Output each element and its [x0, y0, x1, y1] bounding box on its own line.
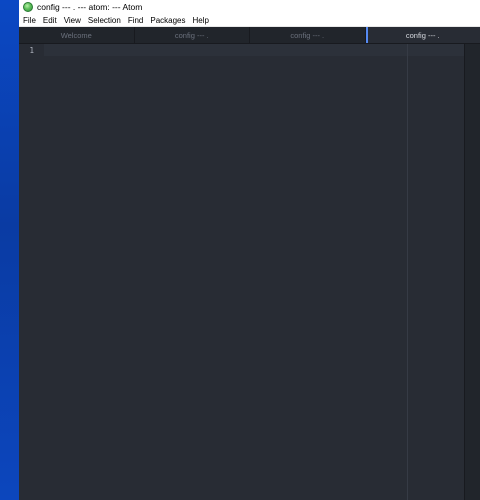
title-bar: config --- . --- atom: --- Atom: [19, 0, 480, 14]
tab-bar: Welcome config --- . config --- . config…: [19, 27, 480, 44]
text-editor[interactable]: 1: [19, 44, 464, 500]
desktop-background: [0, 0, 19, 500]
menu-find[interactable]: Find: [128, 16, 144, 25]
menu-edit[interactable]: Edit: [43, 16, 57, 25]
tab-welcome[interactable]: Welcome: [19, 27, 135, 43]
tab-config-1[interactable]: config --- .: [135, 27, 250, 43]
menu-selection[interactable]: Selection: [88, 16, 121, 25]
cursor-line-highlight: [44, 44, 464, 56]
line-number: 1: [29, 46, 34, 55]
tab-label: config --- .: [290, 30, 325, 40]
menu-packages[interactable]: Packages: [150, 16, 185, 25]
tab-label: Welcome: [60, 30, 92, 40]
menu-bar: File Edit View Selection Find Packages H…: [19, 14, 480, 27]
vertical-scrollbar[interactable]: [464, 44, 480, 500]
menu-help[interactable]: Help: [193, 16, 209, 25]
menu-view[interactable]: View: [64, 16, 81, 25]
tab-config-active[interactable]: config --- .: [365, 27, 480, 43]
atom-window: config --- . --- atom: --- Atom File Edi…: [19, 0, 480, 500]
atom-icon: [23, 2, 33, 12]
tab-label: config --- .: [174, 30, 209, 40]
window-title: config --- . --- atom: --- Atom: [37, 2, 143, 12]
menu-file[interactable]: File: [23, 16, 36, 25]
tab-label: config --- .: [405, 30, 440, 40]
wrap-guide: [407, 44, 408, 500]
tab-config-2[interactable]: config --- .: [250, 27, 366, 43]
line-number-gutter: 1: [19, 44, 44, 500]
